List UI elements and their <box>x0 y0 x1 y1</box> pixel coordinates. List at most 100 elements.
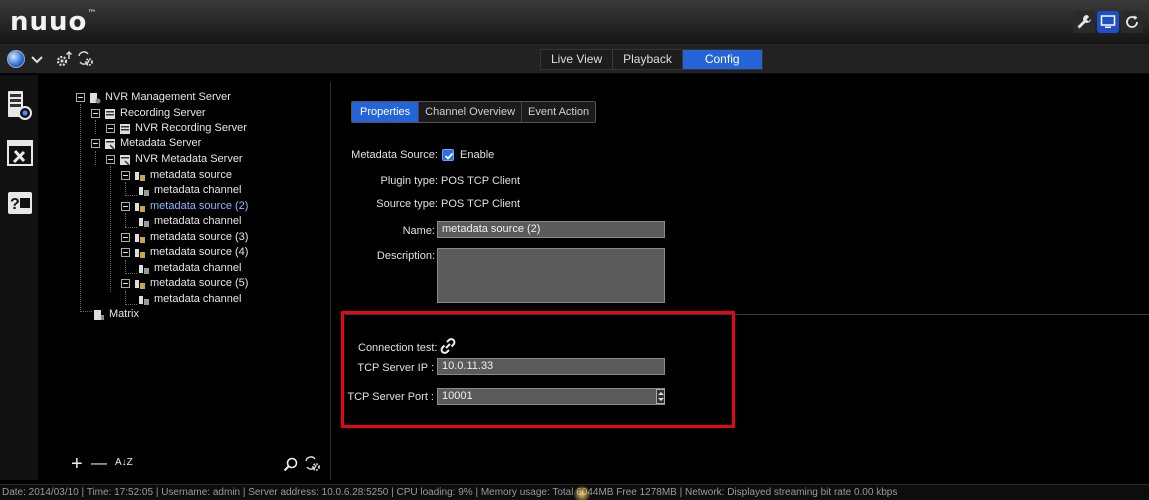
tree-node-label: metadata source (2) <box>150 200 249 212</box>
remove-node-button[interactable]: — <box>91 452 107 476</box>
matrix-icon <box>94 309 104 320</box>
tree-node-label: metadata source <box>150 169 232 181</box>
help-wallet-icon[interactable]: ? <box>6 186 34 218</box>
search-button[interactable] <box>283 455 299 479</box>
tree-node-recording-server[interactable]: Recording Server <box>91 106 206 121</box>
management-server-icon <box>90 92 101 103</box>
tab-config[interactable]: Config <box>682 50 762 69</box>
tree-node-matrix[interactable]: Matrix <box>93 307 139 322</box>
tab-properties[interactable]: Properties <box>352 102 420 122</box>
trademark-mark: ™ <box>87 9 98 19</box>
globe-icon[interactable] <box>7 50 25 68</box>
tree-node-metadata-channel-5[interactable]: metadata channel <box>138 292 241 307</box>
expand-toggle-icon[interactable] <box>121 233 130 242</box>
tab-live-view[interactable]: Live View <box>541 50 614 69</box>
metadata-server-icon <box>120 154 130 166</box>
add-node-button[interactable]: + <box>71 452 83 476</box>
tcp-server-port-label: TCP Server Port : <box>347 391 434 403</box>
enable-checkbox[interactable] <box>442 149 454 161</box>
main-tabs: Live View Playback Config <box>540 49 763 70</box>
gear-upload-icon[interactable] <box>55 50 73 71</box>
metadata-channel-icon <box>139 186 149 196</box>
mouse-cursor-highlight <box>574 486 590 500</box>
tree-node-metadata-channel-4[interactable]: metadata channel <box>138 261 241 276</box>
checkmark-icon <box>444 152 454 160</box>
tab-playback[interactable]: Playback <box>613 50 683 69</box>
gear-sync-icon[interactable] <box>77 50 95 71</box>
logo-text: nuuo <box>10 7 88 37</box>
tree-node-metadata-channel-2[interactable]: metadata channel <box>138 214 241 229</box>
svg-text:?: ? <box>10 196 20 213</box>
metadata-server-icon <box>105 138 115 150</box>
description-field[interactable] <box>437 248 665 303</box>
plugin-type-value: POS TCP Client <box>441 175 521 187</box>
port-stepper[interactable] <box>656 389 665 404</box>
metadata-channel-icon <box>139 264 149 274</box>
metadata-source-icon <box>135 279 145 289</box>
tree-node-metadata-source-1[interactable]: metadata source <box>121 168 232 183</box>
refresh-button[interactable] <box>1121 11 1143 33</box>
metadata-source-icon <box>135 202 145 212</box>
tcp-server-port-field[interactable]: 10001 <box>437 388 665 405</box>
collapse-toggle-icon[interactable] <box>106 155 115 164</box>
metadata-channel-icon <box>139 217 149 227</box>
tree-node-label: metadata channel <box>154 215 242 227</box>
tree-node-nvr-metadata-server[interactable]: NVR Metadata Server <box>106 152 243 167</box>
server-icon[interactable] <box>6 89 34 121</box>
recording-server-icon <box>105 108 115 119</box>
collapse-toggle-icon[interactable] <box>121 171 130 180</box>
config-sub-tabs: Properties Channel Overview Event Action <box>351 101 597 123</box>
tree-toolbar: + — A↓Z <box>66 452 331 480</box>
metadata-source-icon <box>135 248 145 258</box>
tab-channel-overview[interactable]: Channel Overview <box>419 102 523 122</box>
collapse-toggle-icon[interactable] <box>121 279 130 288</box>
connection-test-button[interactable] <box>438 336 458 359</box>
tree-node-label: Matrix <box>109 308 139 320</box>
monitor-icon <box>1100 15 1116 28</box>
app-header: nuuo™ <box>0 0 1149 44</box>
tree-node-metadata-channel-1[interactable]: metadata channel <box>138 183 241 198</box>
search-icon <box>283 457 298 472</box>
tree-node-label: Metadata Server <box>120 137 202 149</box>
tree-node-label: metadata channel <box>154 262 242 274</box>
tcp-server-ip-field[interactable]: 10.0.11.33 <box>437 358 665 375</box>
expand-toggle-icon[interactable] <box>106 124 115 133</box>
collapse-toggle-icon[interactable] <box>91 139 100 148</box>
tcp-server-ip-label: TCP Server IP : <box>357 362 434 374</box>
connection-test-label: Connection test: <box>358 342 438 354</box>
chevron-down-icon[interactable] <box>29 51 45 67</box>
monitor-button[interactable] <box>1097 11 1119 33</box>
name-label: Name: <box>402 225 435 237</box>
tree-node-label: metadata source (5) <box>150 277 249 289</box>
tree-node-label: metadata channel <box>154 293 242 305</box>
collapse-toggle-icon[interactable] <box>121 202 130 211</box>
name-field[interactable]: metadata source (2) <box>437 221 665 238</box>
recording-server-icon <box>120 123 130 134</box>
device-tree: NVR Management Server Recording Server N… <box>66 82 331 480</box>
tree-node-label: metadata source (4) <box>150 246 249 258</box>
tree-node-metadata-source-4[interactable]: metadata source (4) <box>121 245 248 260</box>
wrench-button[interactable] <box>1073 11 1095 33</box>
tools-window-icon[interactable] <box>6 138 34 170</box>
tree-node-label: NVR Management Server <box>105 91 231 103</box>
tree-node-root[interactable]: NVR Management Server <box>76 90 231 105</box>
collapse-toggle-icon[interactable] <box>76 93 85 102</box>
tree-node-metadata-source-3[interactable]: metadata source (3) <box>121 230 248 245</box>
link-icon <box>440 338 456 354</box>
sort-button[interactable]: A↓Z <box>115 452 133 474</box>
nuuo-logo: nuuo™ <box>10 7 97 37</box>
tree-node-nvr-recording-server[interactable]: NVR Recording Server <box>106 121 247 136</box>
refresh-icon <box>1126 15 1138 28</box>
tree-node-metadata-source-2[interactable]: metadata source (2) <box>121 199 248 214</box>
source-type-label: Source type: <box>376 198 438 210</box>
tree-node-metadata-source-5[interactable]: metadata source (5) <box>121 276 248 291</box>
tree-node-metadata-server[interactable]: Metadata Server <box>91 136 201 151</box>
left-rail: ? <box>0 75 38 480</box>
description-label: Description: <box>376 250 435 262</box>
collapse-toggle-icon[interactable] <box>91 109 100 118</box>
tree-node-label: NVR Recording Server <box>135 122 247 134</box>
tab-event-action[interactable]: Event Action <box>522 102 596 122</box>
sync-button[interactable] <box>304 455 322 479</box>
tree-node-label: NVR Metadata Server <box>135 153 243 165</box>
collapse-toggle-icon[interactable] <box>121 248 130 257</box>
